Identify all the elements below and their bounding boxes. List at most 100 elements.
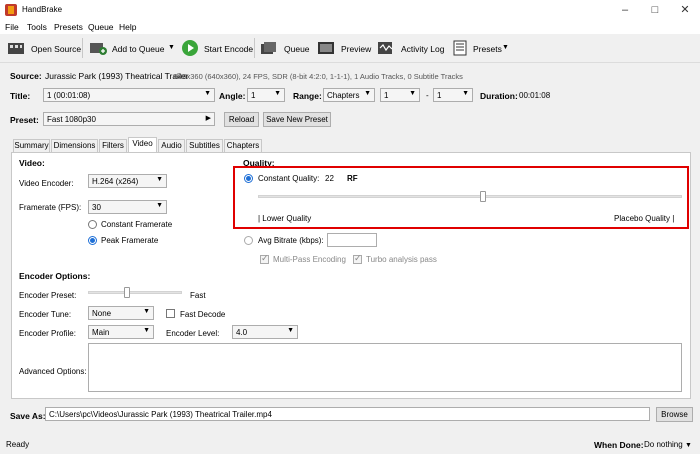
status-text: Ready xyxy=(6,440,30,449)
chevron-down-icon[interactable]: ▼ xyxy=(168,44,175,51)
start-encode-button[interactable]: Start Encode xyxy=(204,44,253,54)
duration-value: 00:01:08 xyxy=(519,91,551,100)
preview-icon[interactable] xyxy=(317,40,335,56)
open-source-button[interactable]: Open Source xyxy=(31,44,81,54)
source-name: Jurassic Park (1993) Theatrical Trailer xyxy=(45,71,189,81)
title-label: Title: xyxy=(10,91,31,101)
encoder-tune-value: None xyxy=(92,309,112,318)
menu-tools[interactable]: Tools xyxy=(27,22,47,32)
framerate-label: Framerate (FPS): xyxy=(19,203,82,212)
queue-icon[interactable] xyxy=(260,40,278,56)
menu-file[interactable]: File xyxy=(5,22,19,32)
tab-chapters[interactable]: Chapters xyxy=(224,139,262,152)
activity-log-button[interactable]: Activity Log xyxy=(401,44,444,54)
constant-quality-label: Constant Quality: xyxy=(258,174,320,183)
menu-queue[interactable]: Queue xyxy=(88,22,114,32)
maximize-icon[interactable]: □ xyxy=(640,0,670,20)
encoder-level-value: 4.0 xyxy=(236,328,248,337)
avg-bitrate-input[interactable] xyxy=(327,233,377,247)
framerate-dropdown[interactable]: 30 ▼ xyxy=(88,200,167,214)
peak-framerate-radio[interactable] xyxy=(88,236,97,245)
reload-button[interactable]: Reload xyxy=(224,112,259,127)
encoder-preset-value: Fast xyxy=(190,291,206,300)
activity-log-icon[interactable] xyxy=(377,40,395,56)
multipass-checkbox[interactable] xyxy=(260,253,269,264)
range-from-dropdown[interactable]: 1 ▼ xyxy=(380,88,420,102)
chevron-right-icon: ▶ xyxy=(205,115,211,122)
tab-video[interactable]: Video xyxy=(128,137,157,153)
range-from-value: 1 xyxy=(384,91,389,100)
play-icon[interactable] xyxy=(181,39,199,57)
placebo-quality-label: Placebo Quality | xyxy=(614,214,675,223)
when-done-dropdown[interactable]: Do nothing ▼ xyxy=(644,440,692,449)
fast-decode-label: Fast Decode xyxy=(180,310,226,319)
chevron-down-icon: ▼ xyxy=(143,308,150,315)
preset-selector[interactable]: Fast 1080p30 ▶ xyxy=(43,112,215,126)
when-done-label: When Done: xyxy=(594,440,644,450)
range-type-value: Chapters xyxy=(327,91,360,100)
angle-label: Angle: xyxy=(219,91,246,101)
encoder-preset-slider-track[interactable] xyxy=(88,291,182,294)
preview-button[interactable]: Preview xyxy=(341,44,371,54)
range-to-dropdown[interactable]: 1 ▼ xyxy=(433,88,473,102)
turbo-checkbox[interactable] xyxy=(353,253,362,264)
encoder-profile-dropdown[interactable]: Main ▼ xyxy=(88,325,154,339)
presets-button[interactable]: Presets xyxy=(473,44,502,54)
preset-label: Preset: xyxy=(10,115,39,125)
toolbar-separator xyxy=(82,38,83,58)
encoder-level-dropdown[interactable]: 4.0 ▼ xyxy=(232,325,298,339)
encoder-preset-label: Encoder Preset: xyxy=(19,291,77,300)
title-bar xyxy=(0,0,700,20)
avg-bitrate-label: Avg Bitrate (kbps): xyxy=(258,236,324,245)
encoder-level-label: Encoder Level: xyxy=(166,329,220,338)
menu-presets[interactable]: Presets xyxy=(54,22,83,32)
chevron-down-icon[interactable]: ▼ xyxy=(502,44,509,51)
quality-slider-track[interactable] xyxy=(258,195,682,198)
title-dropdown[interactable]: 1 (00:01:08) ▼ xyxy=(43,88,215,102)
tab-summary[interactable]: Summary xyxy=(13,139,50,152)
encoder-tune-dropdown[interactable]: None ▼ xyxy=(88,306,154,320)
save-as-label: Save As: xyxy=(10,411,46,421)
chevron-down-icon: ▼ xyxy=(684,442,692,449)
title-value: 1 (00:01:08) xyxy=(47,91,91,100)
tab-subtitles[interactable]: Subtitles xyxy=(186,139,223,152)
quality-slider-thumb[interactable] xyxy=(479,191,486,202)
save-new-preset-button[interactable]: Save New Preset xyxy=(263,112,331,127)
tab-filters[interactable]: Filters xyxy=(99,139,127,152)
constant-framerate-label: Constant Framerate xyxy=(101,220,173,229)
browse-button[interactable]: Browse xyxy=(656,407,693,422)
constant-quality-radio[interactable] xyxy=(244,174,253,183)
tab-dimensions[interactable]: Dimensions xyxy=(51,139,98,152)
tab-audio[interactable]: Audio xyxy=(158,139,185,152)
advanced-options-textarea[interactable] xyxy=(88,343,682,392)
video-encoder-dropdown[interactable]: H.264 (x264) ▼ xyxy=(88,174,167,188)
angle-dropdown[interactable]: 1 ▼ xyxy=(247,88,285,102)
multipass-label: Multi-Pass Encoding xyxy=(273,255,346,264)
queue-button[interactable]: Queue xyxy=(284,44,310,54)
minimize-icon[interactable]: – xyxy=(610,0,640,20)
menu-help[interactable]: Help xyxy=(119,22,136,32)
fast-decode-checkbox[interactable] xyxy=(166,309,175,318)
chevron-down-icon: ▼ xyxy=(409,90,416,97)
angle-value: 1 xyxy=(251,91,256,100)
range-type-dropdown[interactable]: Chapters ▼ xyxy=(323,88,375,102)
film-icon[interactable] xyxy=(7,40,25,56)
preset-value: Fast 1080p30 xyxy=(47,115,96,124)
video-encoder-label: Video Encoder: xyxy=(19,179,74,188)
chevron-down-icon: ▼ xyxy=(274,90,281,97)
add-to-queue-icon[interactable] xyxy=(89,40,107,56)
encoder-profile-value: Main xyxy=(92,328,110,337)
chevron-down-icon: ▼ xyxy=(287,327,294,334)
presets-icon[interactable] xyxy=(451,40,469,56)
avg-bitrate-radio[interactable] xyxy=(244,236,253,245)
chevron-down-icon: ▼ xyxy=(204,90,211,97)
chevron-down-icon: ▼ xyxy=(462,90,469,97)
encoder-preset-slider-thumb[interactable] xyxy=(124,287,131,298)
turbo-label: Turbo analysis pass xyxy=(366,255,437,264)
close-icon[interactable]: ✕ xyxy=(670,0,700,20)
save-as-path-input[interactable]: C:\Users\pc\Videos\Jurassic Park (1993) … xyxy=(45,407,650,421)
advanced-options-label: Advanced Options: xyxy=(19,367,87,376)
toolbar-separator xyxy=(254,38,255,58)
constant-framerate-radio[interactable] xyxy=(88,220,97,229)
add-to-queue-button[interactable]: Add to Queue xyxy=(112,44,164,54)
